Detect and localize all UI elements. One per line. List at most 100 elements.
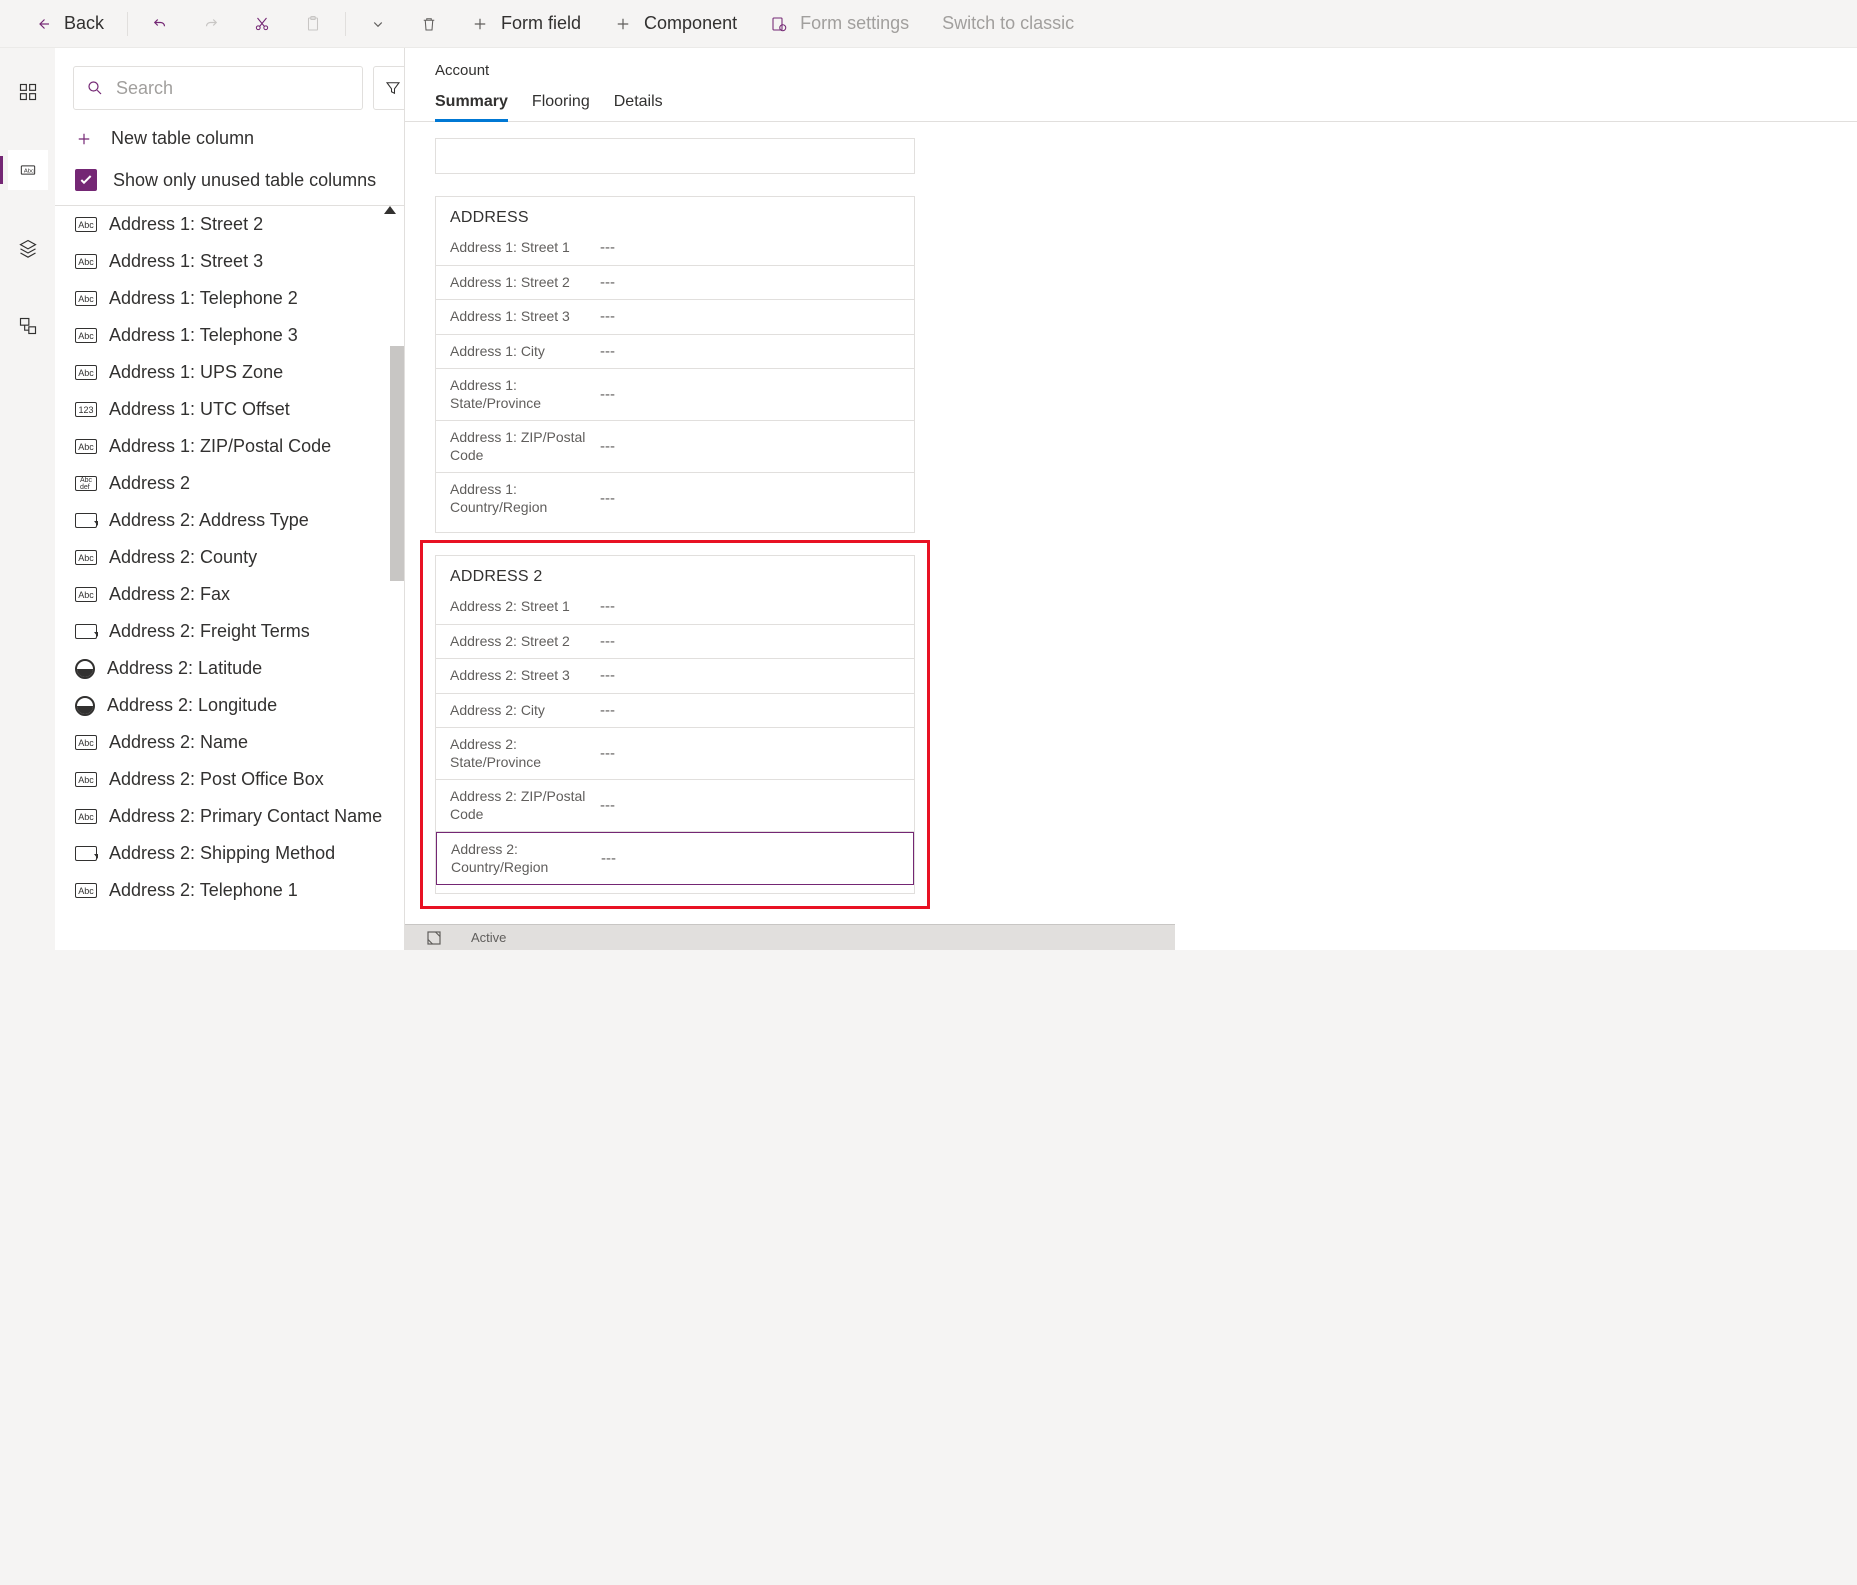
component-button[interactable]: Component [600,0,751,47]
column-item[interactable]: AbcAddress 1: UPS Zone [55,354,404,391]
form-field[interactable]: Address 2: ZIP/Postal Code--- [436,780,914,832]
switch-classic-button[interactable]: Switch to classic [928,0,1088,47]
columns-panel: New table column Show only unused table … [55,48,405,950]
undo-icon [151,15,169,33]
form-field[interactable]: Address 2: State/Province--- [436,728,914,780]
rail-layers[interactable] [8,228,48,268]
column-item[interactable]: AbcAddress 2: Telephone 1 [55,872,404,909]
tab-summary[interactable]: Summary [435,85,508,121]
redo-button[interactable] [188,0,234,47]
scroll-up-icon[interactable] [384,206,396,214]
column-item[interactable]: AbcAddress 1: Street 3 [55,243,404,280]
paste-button[interactable] [290,0,336,47]
scrollbar-thumb[interactable] [390,346,404,581]
column-label: Address 2: Name [109,732,248,753]
section-address2[interactable]: ADDRESS 2 Address 2: Street 1---Address … [435,555,915,894]
undo-button[interactable] [137,0,183,47]
column-list[interactable]: AbcAddress 1: Street 2AbcAddress 1: Stre… [55,206,404,950]
section-title: ADDRESS 2 [436,568,914,590]
text-icon: Abc [75,550,97,565]
tab-details[interactable]: Details [614,85,663,121]
field-value: --- [601,850,616,867]
column-label: Address 2: Shipping Method [109,843,335,864]
form-field[interactable]: Address 1: ZIP/Postal Code--- [436,421,914,473]
new-table-column-button[interactable]: New table column [55,110,404,155]
column-label: Address 2: Telephone 1 [109,880,298,901]
delete-button[interactable] [406,0,452,47]
column-item[interactable]: Abc Address 2: Name [55,724,404,761]
form-canvas: Account SummaryFlooringDetails ADDRESS A… [405,48,1857,950]
form-field[interactable]: Address 2: Street 3--- [436,659,914,694]
column-item[interactable]: AbcAddress 1: Telephone 3 [55,317,404,354]
form-field[interactable]: Address 1: State/Province--- [436,369,914,421]
form-settings-icon [770,15,788,33]
form-settings-label: Form settings [800,13,909,34]
float-icon [75,696,95,716]
form-field[interactable]: Address 1: City--- [436,335,914,370]
rail-tree[interactable] [8,306,48,346]
search-input-wrap [73,66,363,110]
plus-icon [614,15,632,33]
column-item[interactable]: Address 2: Freight Terms [55,613,404,650]
form-field[interactable]: Address 1: Street 1--- [436,231,914,266]
form-field[interactable]: Address 2: Street 2--- [436,625,914,660]
chevron-down-icon [369,15,387,33]
show-unused-toggle[interactable]: Show only unused table columns [55,155,404,206]
column-item[interactable]: AbcAddress 1: Street 2 [55,206,404,243]
column-label: Address 2: County [109,547,257,568]
form-field[interactable]: Address 2: Country/Region--- [436,832,914,885]
form-settings-button[interactable]: Form settings [756,0,923,47]
column-item[interactable]: Address 2: Shipping Method [55,835,404,872]
column-label: Address 2: Post Office Box [109,769,324,790]
text-icon: Abc [75,735,97,750]
column-item[interactable]: Abc Address 2: County [55,539,404,576]
back-label: Back [64,13,104,34]
rail-components[interactable] [8,72,48,112]
column-item[interactable]: AbcAddress 1: Telephone 2 [55,280,404,317]
empty-section[interactable] [435,138,915,174]
field-label: Address 2: City [450,702,600,720]
text-icon: Abc [75,772,97,787]
form-field[interactable]: Address 2: City--- [436,694,914,729]
field-value: --- [600,667,615,684]
expand-icon[interactable] [425,929,443,947]
toolbar-separator [345,12,346,36]
search-icon [86,79,104,97]
column-item[interactable]: 123Address 1: UTC Offset [55,391,404,428]
field-label: Address 2: ZIP/Postal Code [450,788,600,823]
column-item[interactable]: AbcdefAddress 2 [55,465,404,502]
form-field[interactable]: Address 1: Country/Region--- [436,473,914,524]
back-button[interactable]: Back [20,0,118,47]
column-label: Address 2: Latitude [107,658,262,679]
search-input[interactable] [114,77,350,100]
dropdown-button[interactable] [355,0,401,47]
redo-icon [202,15,220,33]
column-item[interactable]: Address 2: Latitude [55,650,404,687]
form-header: Account SummaryFlooringDetails [405,48,1857,122]
text-icon: Abc [75,291,97,306]
field-label: Address 2: Street 2 [450,633,600,651]
column-label: Address 1: UPS Zone [109,362,283,383]
optionset-icon [75,513,97,528]
section-address[interactable]: ADDRESS Address 1: Street 1---Address 1:… [435,196,915,533]
column-item[interactable]: Abc Address 2: Post Office Box [55,761,404,798]
column-label: Address 1: Street 2 [109,214,263,235]
form-field[interactable]: Address 1: Street 3--- [436,300,914,335]
column-item[interactable]: Address 2: Longitude [55,687,404,724]
rail-columns[interactable]: Abc [8,150,48,190]
field-label: Address 1: Street 1 [450,239,600,257]
form-field[interactable]: Address 2: Street 1--- [436,590,914,625]
toolbar: Back Form field [0,0,1857,48]
column-item[interactable]: Address 2: Address Type [55,502,404,539]
tab-flooring[interactable]: Flooring [532,85,590,121]
form-field-button[interactable]: Form field [457,0,595,47]
column-item[interactable]: AbcAddress 2: Fax [55,576,404,613]
switch-label: Switch to classic [942,13,1074,34]
cut-button[interactable] [239,0,285,47]
svg-text:Abc: Abc [23,169,33,175]
form-field[interactable]: Address 1: Street 2--- [436,266,914,301]
column-label: Address 2: Fax [109,584,230,605]
form-field-label: Form field [501,13,581,34]
column-item[interactable]: AbcAddress 2: Primary Contact Name [55,798,404,835]
column-item[interactable]: AbcAddress 1: ZIP/Postal Code [55,428,404,465]
